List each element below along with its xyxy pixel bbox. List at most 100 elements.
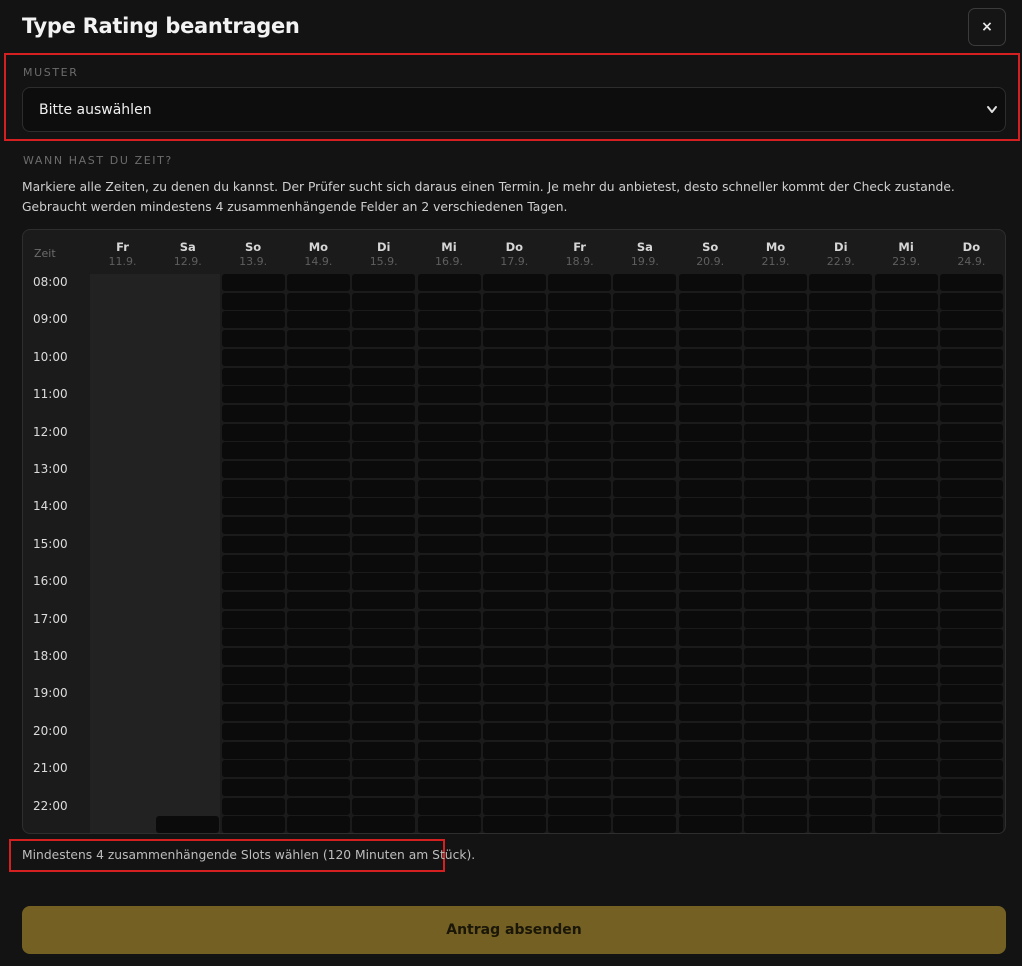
time-slot-cell[interactable] (417, 610, 481, 628)
time-slot-cell[interactable] (939, 797, 1003, 815)
time-slot-cell[interactable] (286, 348, 350, 366)
time-slot-cell[interactable] (809, 442, 873, 460)
time-slot-cell[interactable] (939, 311, 1003, 329)
time-slot-cell[interactable] (548, 797, 612, 815)
time-slot-cell[interactable] (613, 274, 677, 291)
time-slot-cell[interactable] (286, 610, 350, 628)
time-slot-cell[interactable] (417, 704, 481, 722)
time-slot-cell[interactable] (352, 517, 416, 535)
time-slot-cell[interactable] (939, 423, 1003, 441)
time-slot-cell[interactable] (417, 479, 481, 497)
time-slot-cell[interactable] (678, 404, 742, 422)
time-slot-cell[interactable] (221, 498, 285, 516)
time-slot-cell[interactable] (482, 629, 546, 647)
time-slot-cell[interactable] (939, 535, 1003, 553)
time-slot-cell[interactable] (548, 722, 612, 740)
time-slot-cell[interactable] (548, 741, 612, 759)
time-slot-cell[interactable] (482, 816, 546, 833)
time-slot-cell[interactable] (417, 274, 481, 291)
time-slot-cell[interactable] (874, 442, 938, 460)
time-slot-cell[interactable] (874, 685, 938, 703)
time-slot-cell[interactable] (874, 722, 938, 740)
time-slot-cell[interactable] (352, 535, 416, 553)
time-slot-cell[interactable] (417, 797, 481, 815)
time-slot-cell[interactable] (482, 367, 546, 385)
time-slot-cell[interactable] (286, 404, 350, 422)
time-slot-cell[interactable] (352, 610, 416, 628)
time-slot-cell[interactable] (221, 442, 285, 460)
time-slot-cell[interactable] (221, 629, 285, 647)
time-slot-cell[interactable] (286, 386, 350, 404)
time-slot-cell[interactable] (744, 348, 807, 366)
time-slot-cell[interactable] (352, 741, 416, 759)
time-slot-cell[interactable] (809, 404, 873, 422)
time-slot-cell[interactable] (352, 498, 416, 516)
time-slot-cell[interactable] (352, 666, 416, 684)
time-slot-cell[interactable] (352, 311, 416, 329)
time-slot-cell[interactable] (678, 629, 742, 647)
time-slot-cell[interactable] (613, 554, 677, 572)
time-slot-cell[interactable] (613, 816, 677, 833)
time-slot-cell[interactable] (939, 292, 1003, 310)
time-slot-cell[interactable] (417, 666, 481, 684)
time-slot-cell[interactable] (939, 461, 1003, 478)
time-slot-cell[interactable] (809, 648, 873, 665)
time-slot-cell[interactable] (678, 367, 742, 385)
time-slot-cell[interactable] (417, 535, 481, 553)
time-slot-cell[interactable] (613, 722, 677, 740)
time-slot-cell[interactable] (482, 348, 546, 366)
time-slot-cell[interactable] (874, 274, 938, 291)
time-slot-cell[interactable] (548, 610, 612, 628)
time-slot-cell[interactable] (548, 704, 612, 722)
time-slot-cell[interactable] (874, 386, 938, 404)
time-slot-cell[interactable] (744, 778, 807, 796)
time-slot-cell[interactable] (286, 517, 350, 535)
time-slot-cell[interactable] (678, 797, 742, 815)
time-slot-cell[interactable] (221, 554, 285, 572)
time-slot-cell[interactable] (678, 816, 742, 833)
time-slot-cell[interactable] (352, 348, 416, 366)
time-slot-cell[interactable] (417, 648, 481, 665)
time-slot-cell[interactable] (939, 554, 1003, 572)
time-slot-cell[interactable] (417, 461, 481, 478)
time-slot-cell[interactable] (482, 330, 546, 348)
time-slot-cell[interactable] (352, 554, 416, 572)
time-slot-cell[interactable] (744, 517, 807, 535)
time-slot-cell[interactable] (548, 685, 612, 703)
time-slot-cell[interactable] (417, 348, 481, 366)
time-slot-cell[interactable] (548, 311, 612, 329)
time-slot-cell[interactable] (221, 648, 285, 665)
time-slot-cell[interactable] (482, 442, 546, 460)
time-slot-cell[interactable] (809, 685, 873, 703)
time-slot-cell[interactable] (744, 311, 807, 329)
time-slot-cell[interactable] (221, 479, 285, 497)
time-slot-cell[interactable] (744, 442, 807, 460)
time-slot-cell[interactable] (417, 292, 481, 310)
time-slot-cell[interactable] (548, 367, 612, 385)
time-slot-cell[interactable] (744, 760, 807, 778)
close-button[interactable]: × (968, 8, 1006, 46)
time-slot-cell[interactable] (939, 722, 1003, 740)
time-slot-cell[interactable] (286, 554, 350, 572)
time-slot-cell[interactable] (221, 274, 285, 291)
time-slot-cell[interactable] (417, 311, 481, 329)
time-slot-cell[interactable] (482, 797, 546, 815)
time-slot-cell[interactable] (352, 404, 416, 422)
time-slot-cell[interactable] (678, 498, 742, 516)
time-slot-cell[interactable] (482, 479, 546, 497)
time-slot-cell[interactable] (286, 292, 350, 310)
time-slot-cell[interactable] (809, 461, 873, 478)
time-slot-cell[interactable] (939, 573, 1003, 591)
time-slot-cell[interactable] (744, 629, 807, 647)
time-slot-cell[interactable] (744, 797, 807, 815)
time-slot-cell[interactable] (286, 666, 350, 684)
time-slot-cell[interactable] (482, 778, 546, 796)
time-slot-cell[interactable] (939, 386, 1003, 404)
time-slot-cell[interactable] (286, 498, 350, 516)
time-slot-cell[interactable] (874, 741, 938, 759)
time-slot-cell[interactable] (548, 479, 612, 497)
time-slot-cell[interactable] (678, 274, 742, 291)
time-slot-cell[interactable] (352, 591, 416, 609)
time-slot-cell[interactable] (874, 797, 938, 815)
time-slot-cell[interactable] (939, 704, 1003, 722)
